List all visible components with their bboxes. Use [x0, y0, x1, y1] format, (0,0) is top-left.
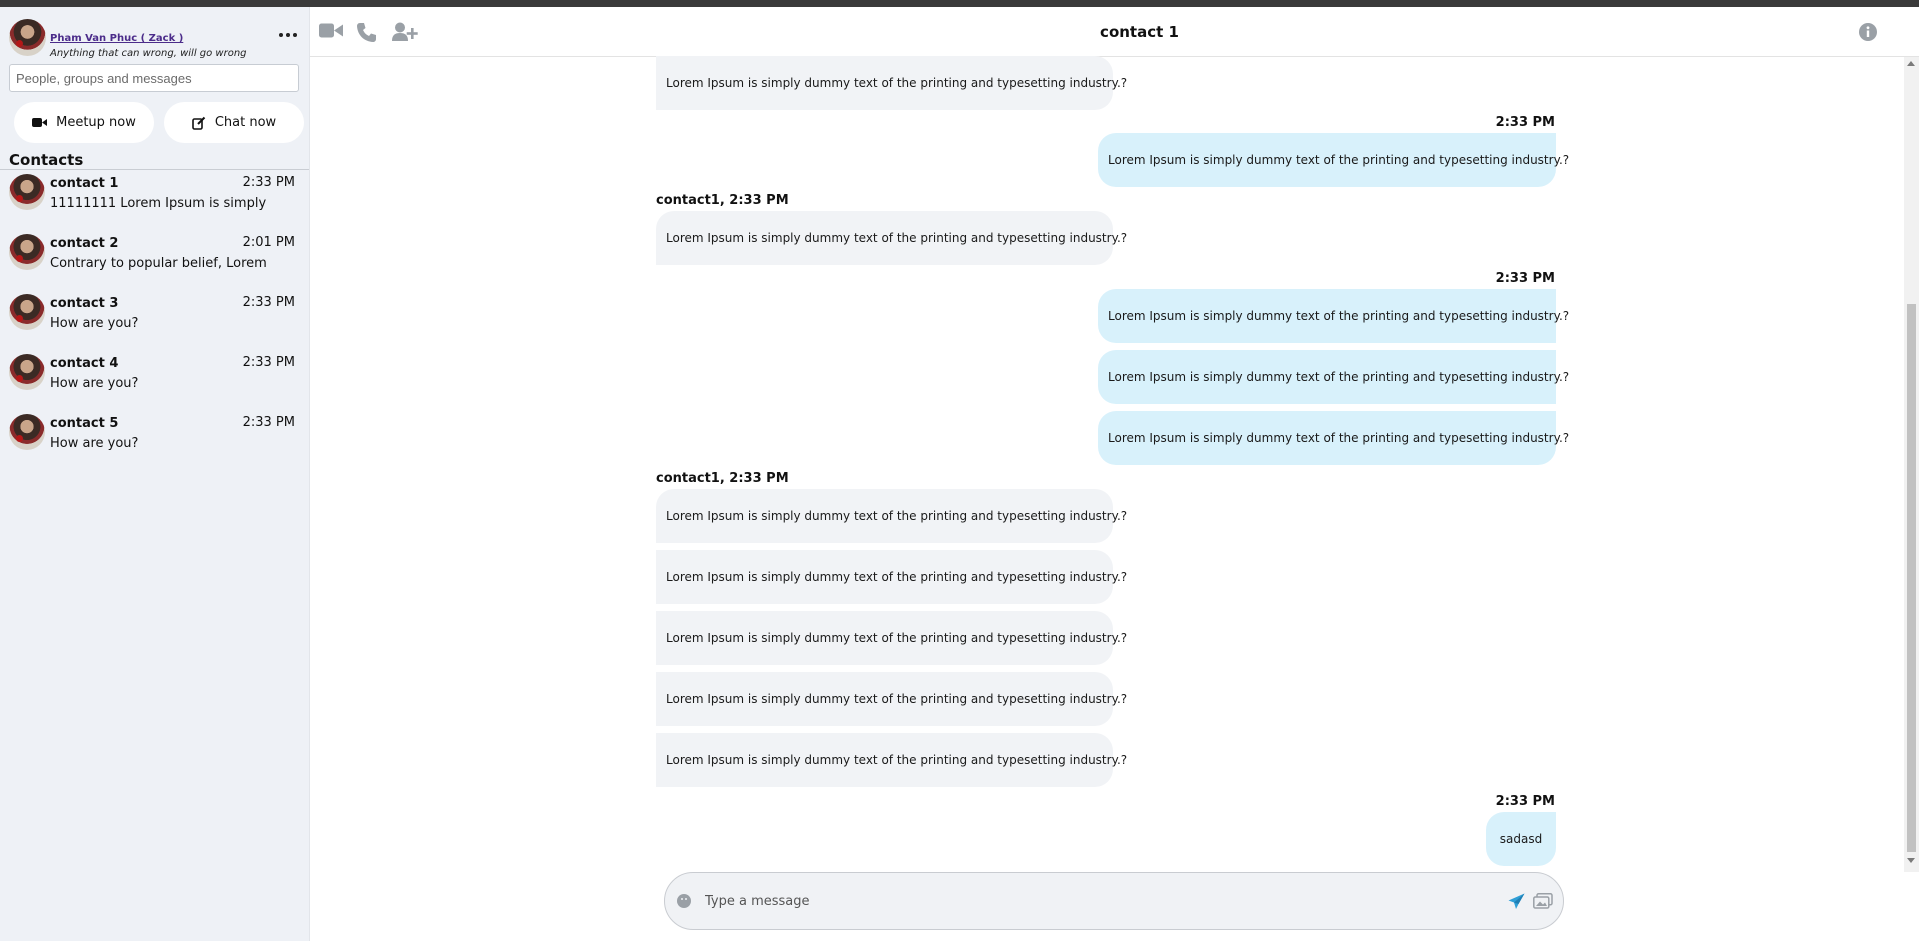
outgoing-message: Lorem Ipsum is simply dummy text of the …: [1098, 411, 1569, 465]
message-input[interactable]: [705, 887, 1465, 915]
outgoing-message: Lorem Ipsum is simply dummy text of the …: [1098, 350, 1569, 404]
meetup-now-label: Meetup now: [56, 115, 136, 130]
send-icon[interactable]: [1508, 893, 1525, 914]
more-icon[interactable]: [279, 30, 297, 40]
meetup-now-button[interactable]: Meetup now: [14, 102, 154, 143]
scroll-down-icon[interactable]: [1907, 858, 1915, 863]
contact-preview: 11111111 Lorem Ipsum is simply: [50, 196, 267, 211]
incoming-timestamp: contact1, 2:33 PM: [656, 471, 789, 486]
incoming-message: Lorem Ipsum is simply dummy text of the …: [656, 211, 1127, 265]
incoming-timestamp: contact1, 2:33 PM: [656, 193, 789, 208]
emoji-icon[interactable]: [677, 894, 691, 908]
search-input[interactable]: [9, 64, 299, 92]
edit-icon: [192, 116, 206, 130]
contact-item[interactable]: contact 1 2:33 PM 11111111 Lorem Ipsum i…: [0, 171, 309, 231]
incoming-message: Lorem Ipsum is simply dummy text of the …: [656, 733, 1127, 787]
contact-preview: How are you?: [50, 316, 139, 331]
contact-avatar: [9, 354, 45, 390]
contact-avatar: [9, 234, 45, 270]
chat-title: contact 1: [1100, 23, 1179, 41]
chat-now-button[interactable]: Chat now: [164, 102, 304, 143]
contact-item[interactable]: contact 2 2:01 PM Contrary to popular be…: [0, 231, 309, 291]
contacts-divider: [0, 169, 309, 170]
scrollbar-thumb[interactable]: [1907, 304, 1916, 852]
incoming-message: Lorem Ipsum is simply dummy text of the …: [656, 672, 1127, 726]
contact-item[interactable]: contact 5 2:33 PM How are you?: [0, 411, 309, 471]
scroll-up-icon[interactable]: [1907, 61, 1915, 66]
contact-name: contact 4: [50, 356, 119, 371]
contact-avatar: [9, 174, 45, 210]
profile-name-link[interactable]: Pham Van Phuc ( Zack ): [50, 33, 183, 44]
outgoing-message: Lorem Ipsum is simply dummy text of the …: [1098, 289, 1569, 343]
profile-card[interactable]: Pham Van Phuc ( Zack ) Anything that can…: [9, 17, 301, 59]
incoming-message: Lorem Ipsum is simply dummy text of the …: [656, 550, 1127, 604]
top-strip: [0, 0, 1919, 7]
contact-avatar: [9, 414, 45, 450]
contact-time: 2:01 PM: [242, 235, 295, 250]
outgoing-message: Lorem Ipsum is simply dummy text of the …: [1098, 133, 1569, 187]
video-icon: [32, 117, 48, 128]
incoming-message: Lorem Ipsum is simply dummy text of the …: [656, 56, 1127, 110]
outgoing-timestamp: 2:33 PM: [1495, 271, 1555, 286]
contact-time: 2:33 PM: [242, 355, 295, 370]
outgoing-timestamp: 2:33 PM: [1495, 794, 1555, 809]
media-icon[interactable]: [1533, 893, 1553, 913]
sidebar: Pham Van Phuc ( Zack ) Anything that can…: [0, 7, 310, 941]
contact-name: contact 2: [50, 236, 119, 251]
contact-time: 2:33 PM: [242, 175, 295, 190]
contact-time: 2:33 PM: [242, 295, 295, 310]
contact-preview: How are you?: [50, 436, 139, 451]
contacts-heading: Contacts: [9, 151, 84, 169]
contact-item[interactable]: contact 3 2:33 PM How are you?: [0, 291, 309, 351]
incoming-message: Lorem Ipsum is simply dummy text of the …: [656, 489, 1127, 543]
profile-avatar[interactable]: [9, 19, 46, 56]
outgoing-timestamp: 2:33 PM: [1495, 115, 1555, 130]
info-icon[interactable]: [1859, 23, 1877, 45]
contact-avatar: [9, 294, 45, 330]
outgoing-message: sadasd: [1486, 812, 1556, 866]
profile-status: Anything that can wrong, will go wrong: [50, 48, 247, 59]
contact-preview: How are you?: [50, 376, 139, 391]
contact-time: 2:33 PM: [242, 415, 295, 430]
message-composer: [664, 872, 1564, 930]
contact-preview: Contrary to popular belief, Lorem: [50, 256, 267, 271]
contact-name: contact 5: [50, 416, 119, 431]
contact-name: contact 1: [50, 176, 119, 191]
contact-item[interactable]: contact 4 2:33 PM How are you?: [0, 351, 309, 411]
contact-name: contact 3: [50, 296, 119, 311]
chat-now-label: Chat now: [214, 115, 277, 130]
chat-header: contact 1: [310, 7, 1919, 57]
incoming-message: Lorem Ipsum is simply dummy text of the …: [656, 611, 1127, 665]
